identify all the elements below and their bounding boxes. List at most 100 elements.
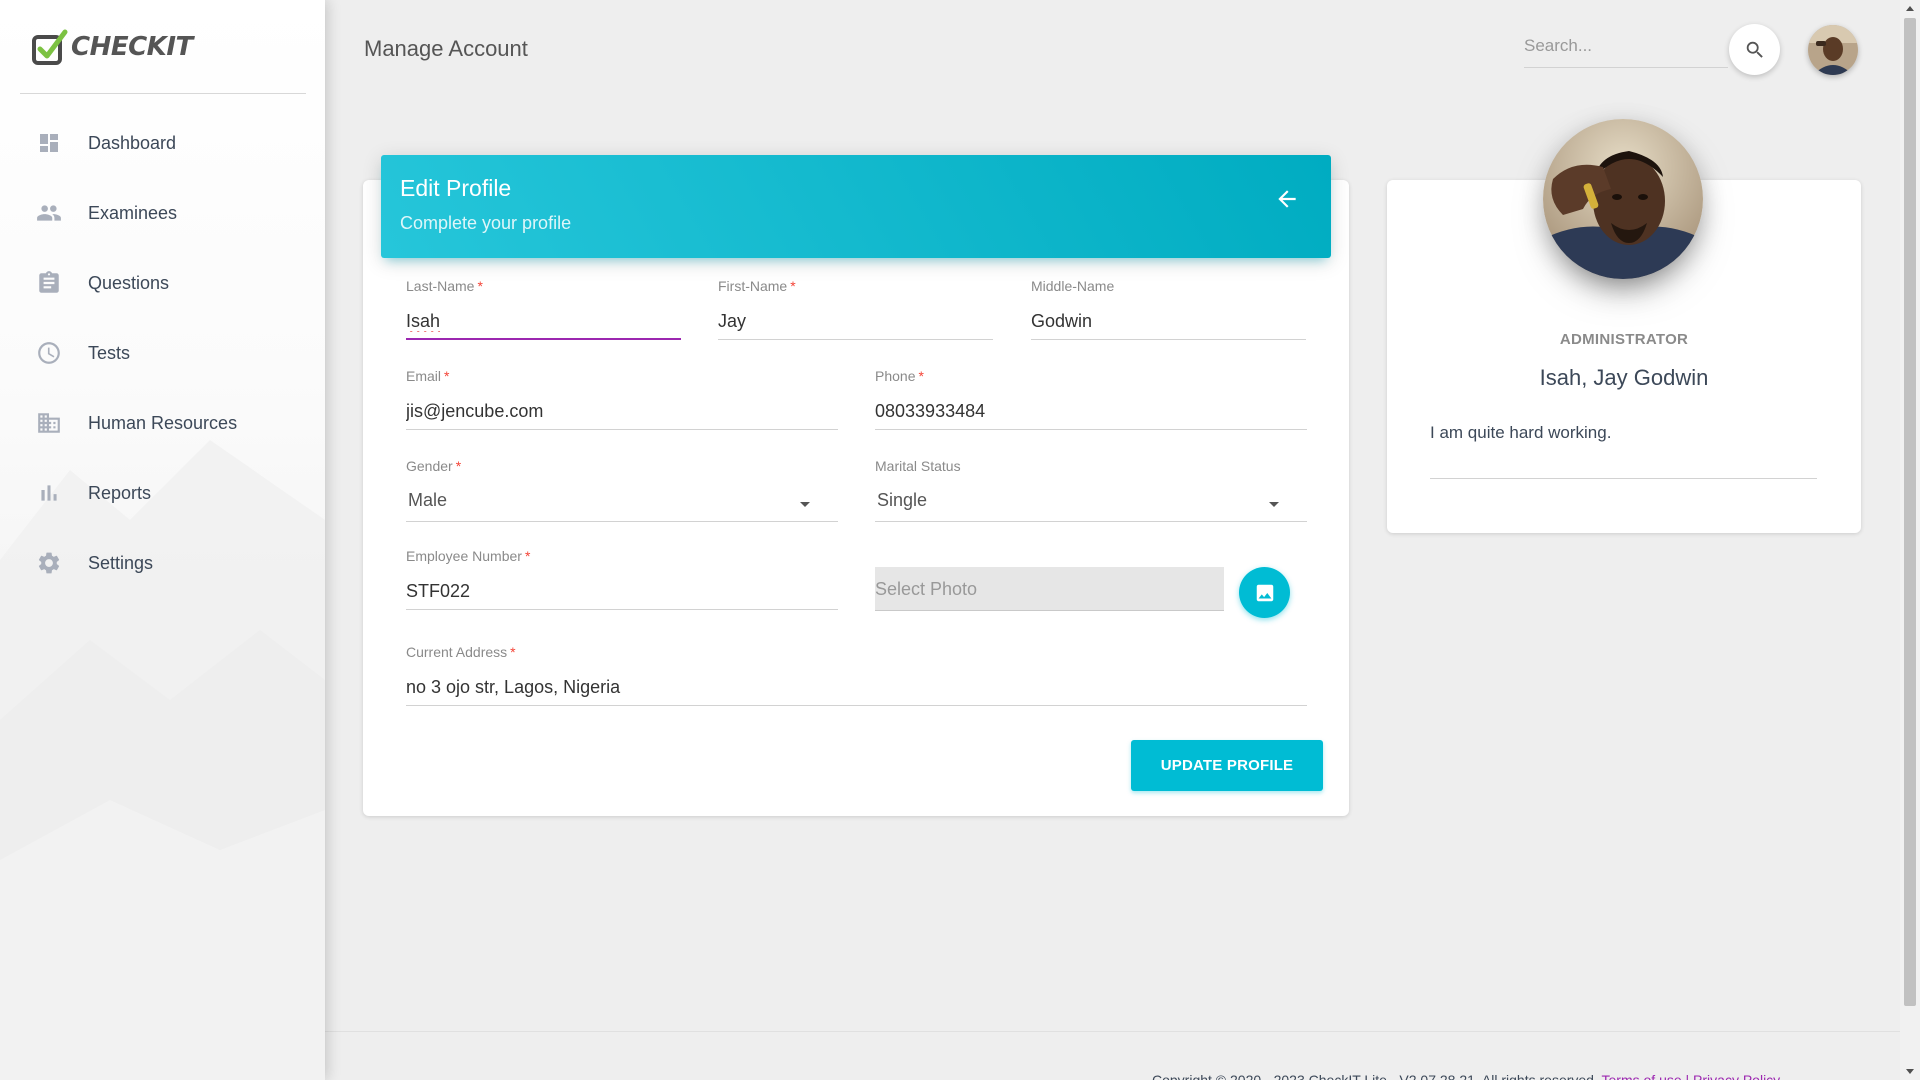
- middle-name-field: Middle-Name: [1031, 278, 1306, 342]
- profile-avatar: [1543, 119, 1703, 279]
- last-name-input[interactable]: [406, 298, 681, 340]
- email-input[interactable]: [406, 388, 838, 430]
- page-title: Manage Account: [364, 36, 528, 61]
- gender-selected-value: Male: [408, 490, 448, 510]
- profile-divider: [1430, 478, 1817, 479]
- employee-number-input[interactable]: [406, 568, 838, 610]
- scroll-down-arrow-icon[interactable]: [1906, 1069, 1914, 1074]
- profile-bio: I am quite hard working.: [1430, 423, 1612, 442]
- email-field: Email *: [406, 368, 838, 432]
- checkbox-logo-icon: [32, 29, 68, 65]
- current-address-label-text: Current Address: [406, 644, 508, 660]
- select-photo-field[interactable]: Select Photo: [875, 567, 1224, 611]
- footer-terms-link[interactable]: Terms of use | Privacy Policy: [1602, 1072, 1781, 1080]
- gender-select[interactable]: Male: [406, 478, 838, 522]
- marital-status-selected-value: Single: [877, 490, 928, 510]
- phone-field: Phone *: [875, 368, 1307, 432]
- last-name-label: Last-Name *: [406, 278, 483, 294]
- bar-chart-icon: [36, 480, 62, 506]
- sidebar-item-label: Settings: [88, 552, 154, 573]
- search-button[interactable]: [1729, 24, 1780, 75]
- caret-down-icon: [1269, 502, 1279, 507]
- sidebar-item-settings[interactable]: Settings: [0, 528, 325, 598]
- page-scrollbar[interactable]: [1900, 0, 1920, 1080]
- edit-profile-subtitle: Complete your profile: [400, 213, 572, 233]
- edit-profile-title: Edit Profile: [400, 175, 512, 201]
- scrollbar-thumb[interactable]: [1904, 18, 1916, 1006]
- sidebar-item-label: Tests: [88, 342, 131, 363]
- image-icon: [1256, 584, 1273, 601]
- email-label-text: Email: [406, 368, 442, 384]
- sidebar-item-label: Examinees: [88, 202, 178, 223]
- edit-profile-header: Edit Profile Complete your profile: [381, 155, 1331, 258]
- sidebar-item-examinees[interactable]: Examinees: [0, 178, 325, 248]
- arrow-left-icon: [1278, 190, 1296, 208]
- phone-label-text: Phone: [875, 368, 916, 384]
- profile-photo-image: [1543, 119, 1703, 279]
- back-button[interactable]: [1269, 181, 1305, 217]
- middle-name-label: Middle-Name: [1031, 278, 1115, 294]
- sidebar-item-tests[interactable]: Tests: [0, 318, 325, 388]
- middle-name-input[interactable]: [1031, 298, 1306, 340]
- employee-number-label-text: Employee Number: [406, 548, 522, 564]
- people-icon: [36, 200, 62, 226]
- building-icon: [36, 410, 62, 436]
- sidebar-item-questions[interactable]: Questions: [0, 248, 325, 318]
- required-marker: *: [790, 278, 796, 294]
- required-marker: *: [510, 644, 516, 660]
- employee-number-field: Employee Number *: [406, 548, 838, 612]
- sidebar-item-label: Questions: [88, 272, 170, 293]
- current-address-label: Current Address *: [406, 644, 516, 660]
- caret-down-icon: [800, 502, 810, 507]
- footer-copyright-text: Copyright © 2020 - 2023 CheckIT Lite - V…: [1152, 1072, 1598, 1080]
- search-input[interactable]: [1524, 26, 1728, 66]
- required-marker: *: [918, 368, 924, 384]
- gender-field: Gender * Male: [406, 458, 838, 524]
- first-name-field: First-Name *: [718, 278, 993, 342]
- current-address-input[interactable]: [406, 664, 1307, 706]
- user-avatar-image: [1808, 25, 1858, 75]
- gear-icon: [36, 550, 62, 576]
- gender-label-text: Gender: [406, 458, 453, 474]
- last-name-label-text: Last-Name: [406, 278, 475, 294]
- sidebar-divider: [20, 93, 306, 94]
- search-icon: [1746, 41, 1763, 58]
- gender-label: Gender *: [406, 458, 461, 474]
- employee-number-label: Employee Number *: [406, 548, 530, 564]
- marital-status-select[interactable]: Single: [875, 478, 1307, 522]
- sidebar-item-dashboard[interactable]: Dashboard: [0, 108, 325, 178]
- required-marker: *: [455, 458, 462, 474]
- brand-name: CHECKIT: [71, 32, 193, 62]
- required-marker: *: [477, 278, 483, 294]
- sidebar-item-label: Dashboard: [88, 132, 177, 153]
- required-marker: *: [444, 368, 450, 384]
- footer-divider: [325, 1031, 1900, 1032]
- sidebar-nav: Dashboard Examinees Questions Tests Huma…: [0, 108, 325, 598]
- search-field: [1524, 26, 1728, 68]
- clipboard-icon: [36, 270, 62, 296]
- brand-logo[interactable]: CHECKIT: [0, 0, 325, 94]
- sidebar-item-label: Human Resources: [88, 412, 238, 433]
- first-name-input[interactable]: [718, 298, 993, 340]
- dashboard-icon: [36, 130, 62, 156]
- sidebar-item-label: Reports: [88, 482, 152, 503]
- marital-status-label: Marital Status: [875, 458, 961, 474]
- email-label: Email *: [406, 368, 449, 384]
- phone-label: Phone *: [875, 368, 924, 384]
- sidebar-item-human-resources[interactable]: Human Resources: [0, 388, 325, 458]
- phone-input[interactable]: [875, 388, 1307, 430]
- clock-icon: [36, 340, 62, 366]
- profile-name: Isah, Jay Godwin: [1539, 365, 1709, 390]
- sidebar: CHECKIT Dashboard Examinees Questions Te…: [0, 0, 325, 1080]
- marital-status-field: Marital Status Single: [875, 458, 1307, 524]
- required-marker: *: [524, 548, 531, 564]
- footer-copyright: Copyright © 2020 - 2023 CheckIT Lite - V…: [1152, 1072, 1780, 1080]
- scroll-up-arrow-icon[interactable]: [1906, 6, 1914, 11]
- update-profile-button[interactable]: UPDATE PROFILE: [1131, 740, 1323, 791]
- profile-role: ADMINISTRATOR: [1559, 331, 1689, 348]
- select-photo-button[interactable]: [1239, 567, 1290, 618]
- first-name-label: First-Name *: [718, 278, 796, 294]
- sidebar-item-reports[interactable]: Reports: [0, 458, 325, 528]
- user-avatar[interactable]: [1808, 25, 1858, 75]
- first-name-label-text: First-Name: [718, 278, 788, 294]
